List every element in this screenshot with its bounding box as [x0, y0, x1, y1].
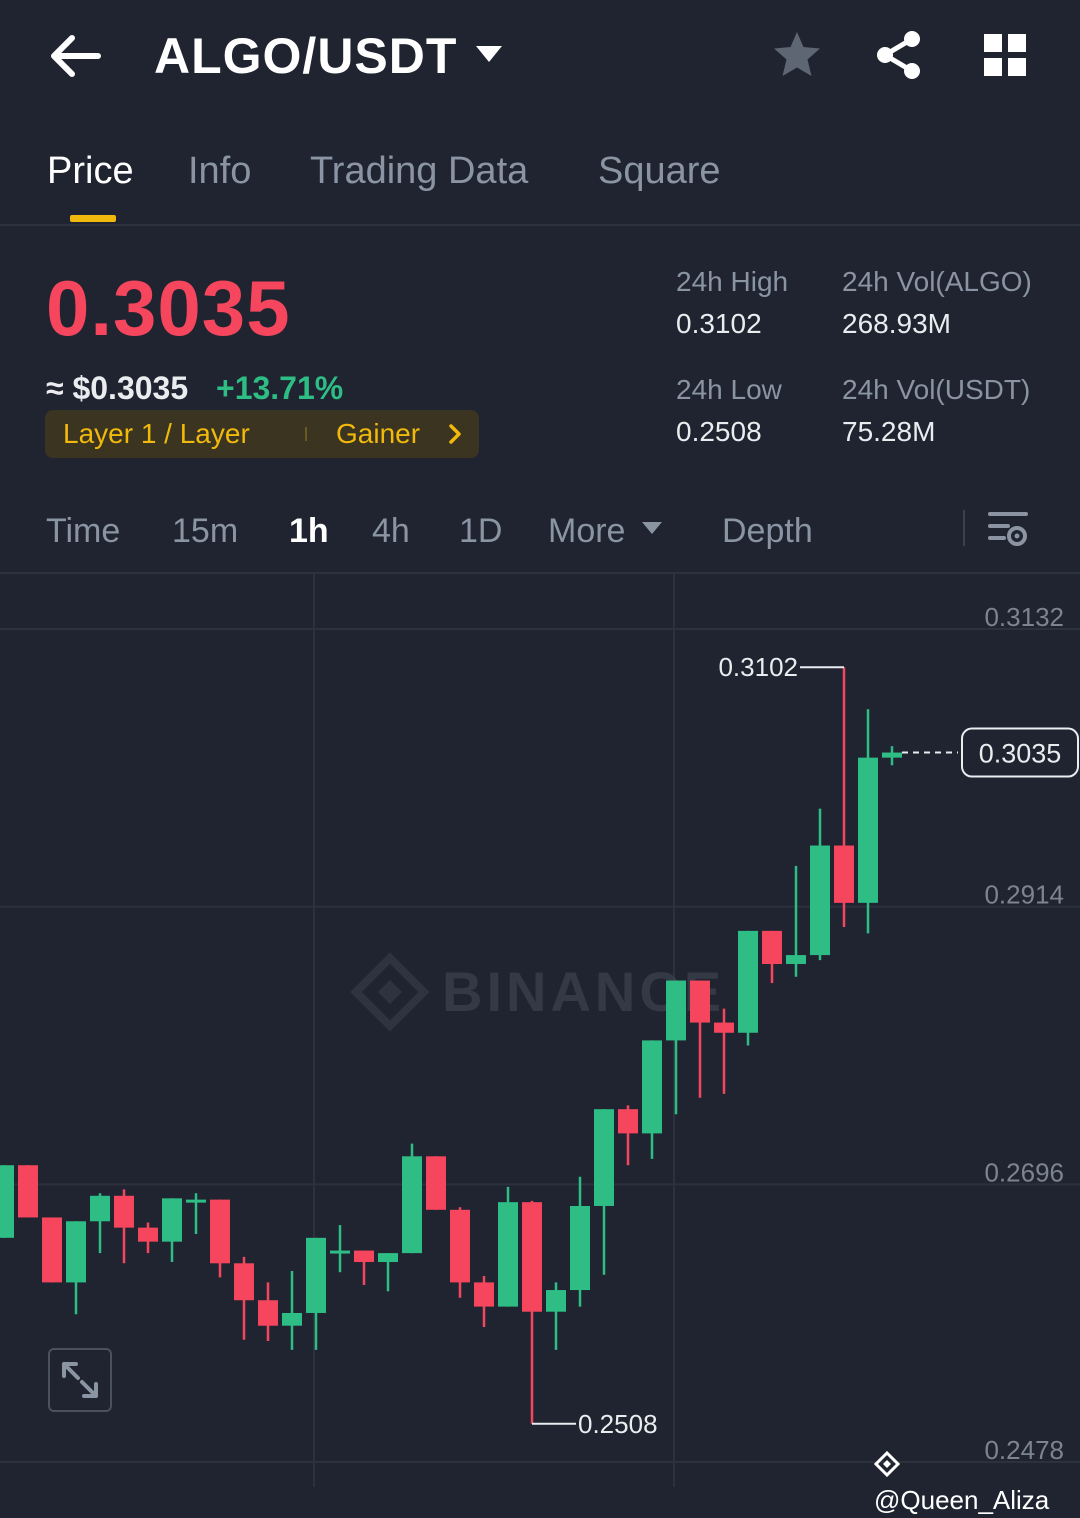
candle-body: [186, 1199, 206, 1203]
candle-body: [618, 1109, 638, 1134]
y-tick-label: 0.3132: [984, 602, 1064, 632]
candle-body: [474, 1282, 494, 1307]
candle-body: [714, 1022, 734, 1033]
candle-body: [450, 1209, 470, 1283]
layout-grid-button[interactable]: [978, 28, 1032, 82]
vol-base-value: 268.93M: [842, 308, 951, 339]
candle-body: [810, 845, 830, 956]
candle-body: [354, 1250, 374, 1263]
back-button[interactable]: [40, 24, 110, 88]
interval-15m[interactable]: 15m: [172, 508, 238, 554]
candle-body: [570, 1205, 590, 1291]
low-label: 24h Low: [676, 374, 782, 405]
candle-body: [786, 955, 806, 964]
tab-square[interactable]: Square: [598, 146, 721, 196]
candle-body: [90, 1195, 110, 1222]
candle-body: [162, 1198, 182, 1242]
candle-body: [858, 757, 878, 903]
chart-settings-button[interactable]: [986, 506, 1032, 552]
candle-body: [330, 1250, 350, 1254]
binance-diamond-icon: [873, 1449, 901, 1479]
candle-body: [114, 1195, 134, 1228]
candle-body: [258, 1300, 278, 1326]
vol-quote-value: 75.28M: [842, 416, 936, 447]
interval-1h[interactable]: 1h: [289, 508, 329, 554]
high-marker-label: 0.3102: [718, 652, 798, 682]
high-value: 0.3102: [676, 308, 762, 339]
category-label: Layer 1 / Layer: [63, 418, 250, 449]
grid-icon: [984, 34, 1026, 76]
candle-body: [426, 1156, 446, 1210]
candle-body: [18, 1165, 38, 1218]
caret-down-icon[interactable]: [474, 44, 504, 71]
author-handle: @Queen_Aliza: [874, 1485, 1050, 1515]
change-percent: +13.71%: [216, 370, 344, 406]
favorite-button[interactable]: [770, 28, 824, 82]
candle-body: [210, 1199, 230, 1264]
tab-trading-data[interactable]: Trading Data: [310, 146, 528, 196]
y-tick-label: 0.2914: [984, 880, 1064, 910]
interval-more[interactable]: More: [548, 508, 625, 554]
gainer-label: Gainer: [336, 418, 421, 449]
candle-body: [642, 1040, 662, 1134]
candle-body: [42, 1217, 62, 1283]
more-caret-icon: [640, 520, 664, 541]
share-icon: [877, 31, 920, 79]
interval-4h[interactable]: 4h: [372, 508, 410, 554]
candle-body: [738, 930, 758, 1033]
candlestick-chart[interactable]: 0.31320.29140.26960.2478 BINANCE 0.31020…: [0, 574, 1080, 1487]
interval-separator: [963, 510, 965, 546]
vol-base-label: 24h Vol(ALGO): [842, 266, 1032, 297]
last-price-axis-label: 0.3035: [979, 739, 1062, 769]
low-marker-label: 0.2508: [578, 1409, 658, 1439]
tabs-divider: [0, 224, 1080, 226]
candle-body: [498, 1202, 518, 1307]
candle-body: [402, 1156, 422, 1254]
candle-body: [762, 930, 782, 964]
chevron-right-icon: [447, 422, 463, 451]
pair-title[interactable]: ALGO/USDT: [154, 24, 457, 88]
candle-body: [666, 980, 686, 1041]
category-tag[interactable]: Layer 1 / Layer Gainer: [45, 410, 479, 458]
candle-body: [0, 1165, 14, 1238]
author-watermark: @Queen_Aliza: [873, 1446, 1080, 1518]
candle-body: [594, 1109, 614, 1206]
candle-body: [282, 1312, 302, 1326]
y-tick-label: 0.2696: [984, 1157, 1064, 1187]
candle-body: [306, 1237, 326, 1313]
candle-body: [522, 1202, 542, 1312]
fullscreen-button[interactable]: [48, 1348, 112, 1412]
candle-body: [834, 845, 854, 903]
candle-body: [378, 1253, 398, 1263]
tab-info[interactable]: Info: [188, 146, 251, 196]
expand-icon: [62, 1362, 98, 1398]
candle-body: [138, 1227, 158, 1242]
vol-quote-label: 24h Vol(USDT): [842, 374, 1031, 405]
usd-price: ≈ $0.3035: [46, 370, 189, 406]
candle-body: [546, 1290, 566, 1312]
candle-body: [66, 1221, 86, 1283]
back-arrow-icon: [51, 35, 101, 77]
share-button[interactable]: [872, 28, 926, 82]
interval-1d[interactable]: 1D: [459, 508, 502, 554]
low-value: 0.2508: [676, 416, 762, 447]
candle-body: [234, 1263, 254, 1301]
last-price: 0.3035: [46, 264, 291, 352]
candle-body: [690, 980, 710, 1023]
star-icon: [774, 32, 820, 76]
chart-settings-icon: [988, 512, 1028, 546]
tab-price[interactable]: Price: [47, 146, 134, 196]
active-tab-indicator: [70, 215, 116, 222]
high-label: 24h High: [676, 266, 789, 297]
tag-separator: [305, 427, 307, 441]
depth-tab[interactable]: Depth: [722, 508, 813, 554]
candle-body: [882, 752, 902, 758]
interval-time[interactable]: Time: [46, 508, 120, 554]
